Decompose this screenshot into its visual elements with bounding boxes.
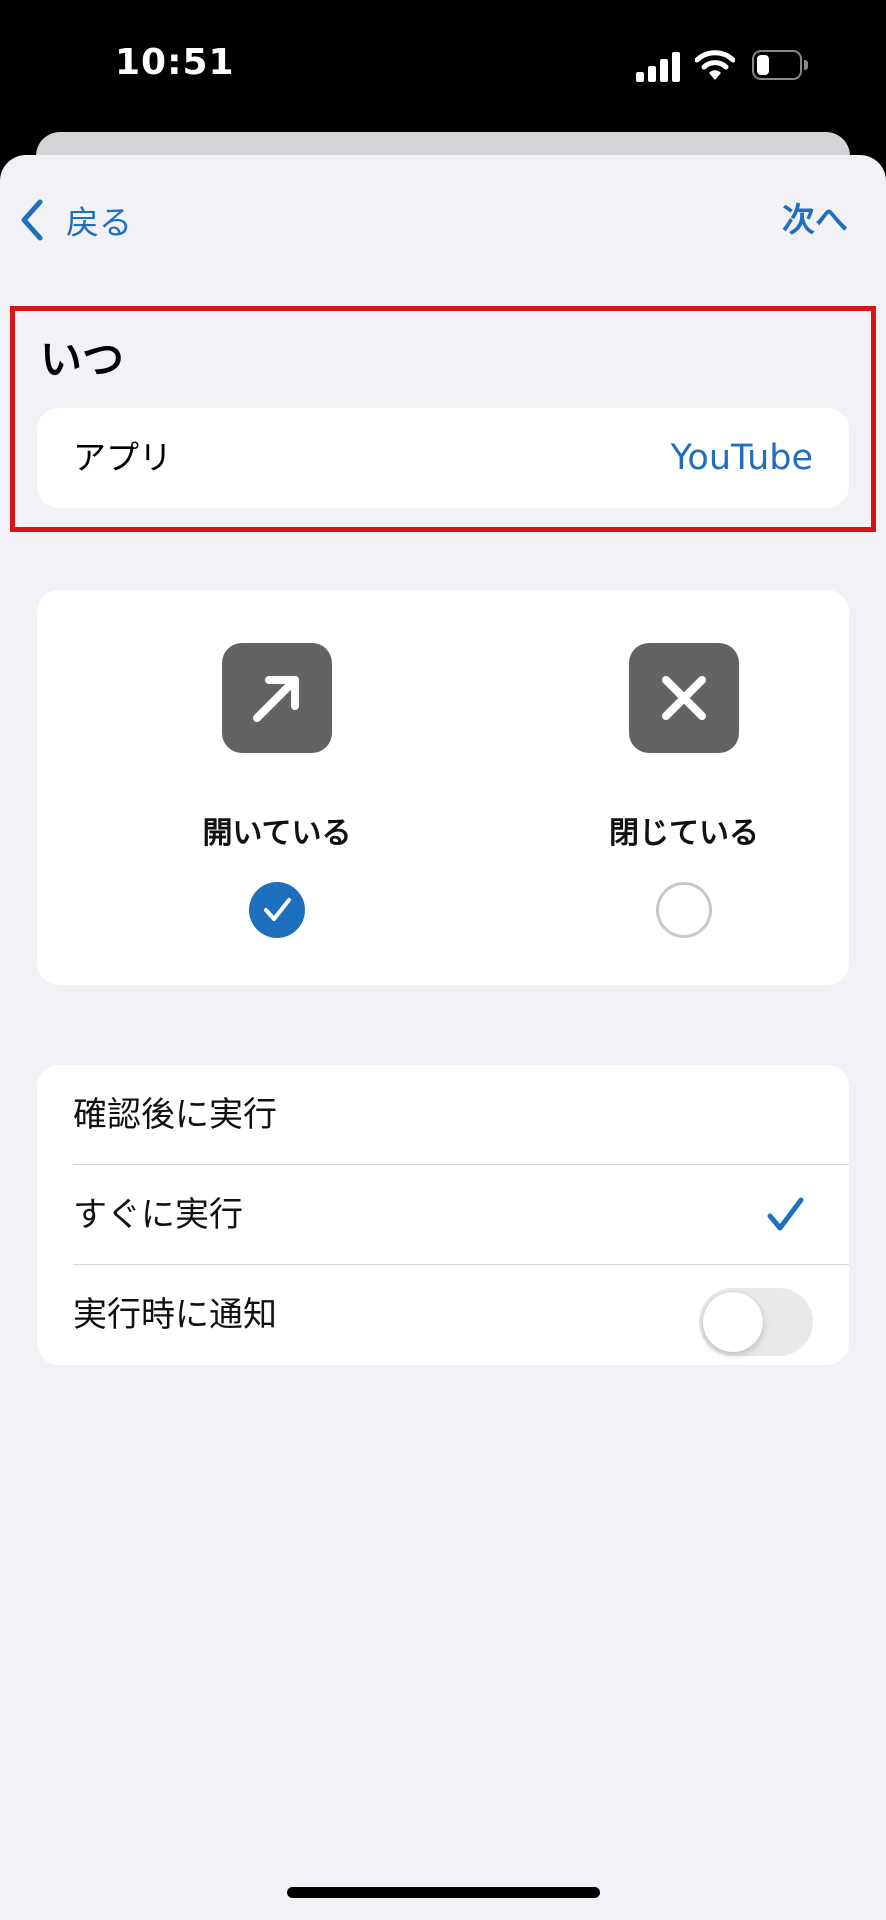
state-label-closed: 閉じている [609,816,759,851]
state-label-open: 開いている [202,816,352,851]
option-label: 実行時に通知 [73,1295,277,1335]
next-button[interactable]: 次へ [782,198,848,242]
status-bar: 10:51 [0,0,886,130]
option-notify-when-run: 実行時に通知 [37,1265,849,1365]
toggle-knob [703,1292,763,1352]
run-options-card: 確認後に実行 すぐに実行 実行時に通知 [37,1065,849,1365]
back-label: 戻る [66,203,132,242]
option-label: すぐに実行 [73,1195,243,1235]
home-indicator [287,1887,600,1898]
app-state-card: 開いている 閉じている [37,590,849,985]
arrow-up-right-icon [253,676,299,722]
cellular-signal-icon [636,52,682,82]
chevron-left-icon [21,199,43,241]
radio-closed-unselected[interactable] [656,882,712,938]
option-label: 確認後に実行 [73,1095,277,1135]
state-icon-box [629,643,739,753]
state-option-open[interactable]: 開いている [127,590,427,985]
status-time: 10:51 [115,42,235,83]
notify-toggle[interactable] [699,1288,813,1356]
section-title: いつ [40,335,125,384]
option-ask-before-running[interactable]: 確認後に実行 [37,1065,849,1165]
checkmark-icon [264,898,291,921]
app-row-label: アプリ [73,438,172,477]
radio-open-selected[interactable] [249,882,305,938]
option-run-immediately[interactable]: すぐに実行 [37,1165,849,1265]
state-option-closed[interactable]: 閉じている [534,590,834,985]
close-x-icon [662,676,706,720]
battery-icon [752,50,808,80]
app-row-value: YouTube [670,438,813,478]
state-icon-box [222,643,332,753]
wifi-icon [695,50,735,80]
app-row[interactable]: アプリ YouTube [37,408,849,508]
back-button[interactable]: 戻る [18,198,132,242]
checkmark-icon [767,1197,804,1231]
